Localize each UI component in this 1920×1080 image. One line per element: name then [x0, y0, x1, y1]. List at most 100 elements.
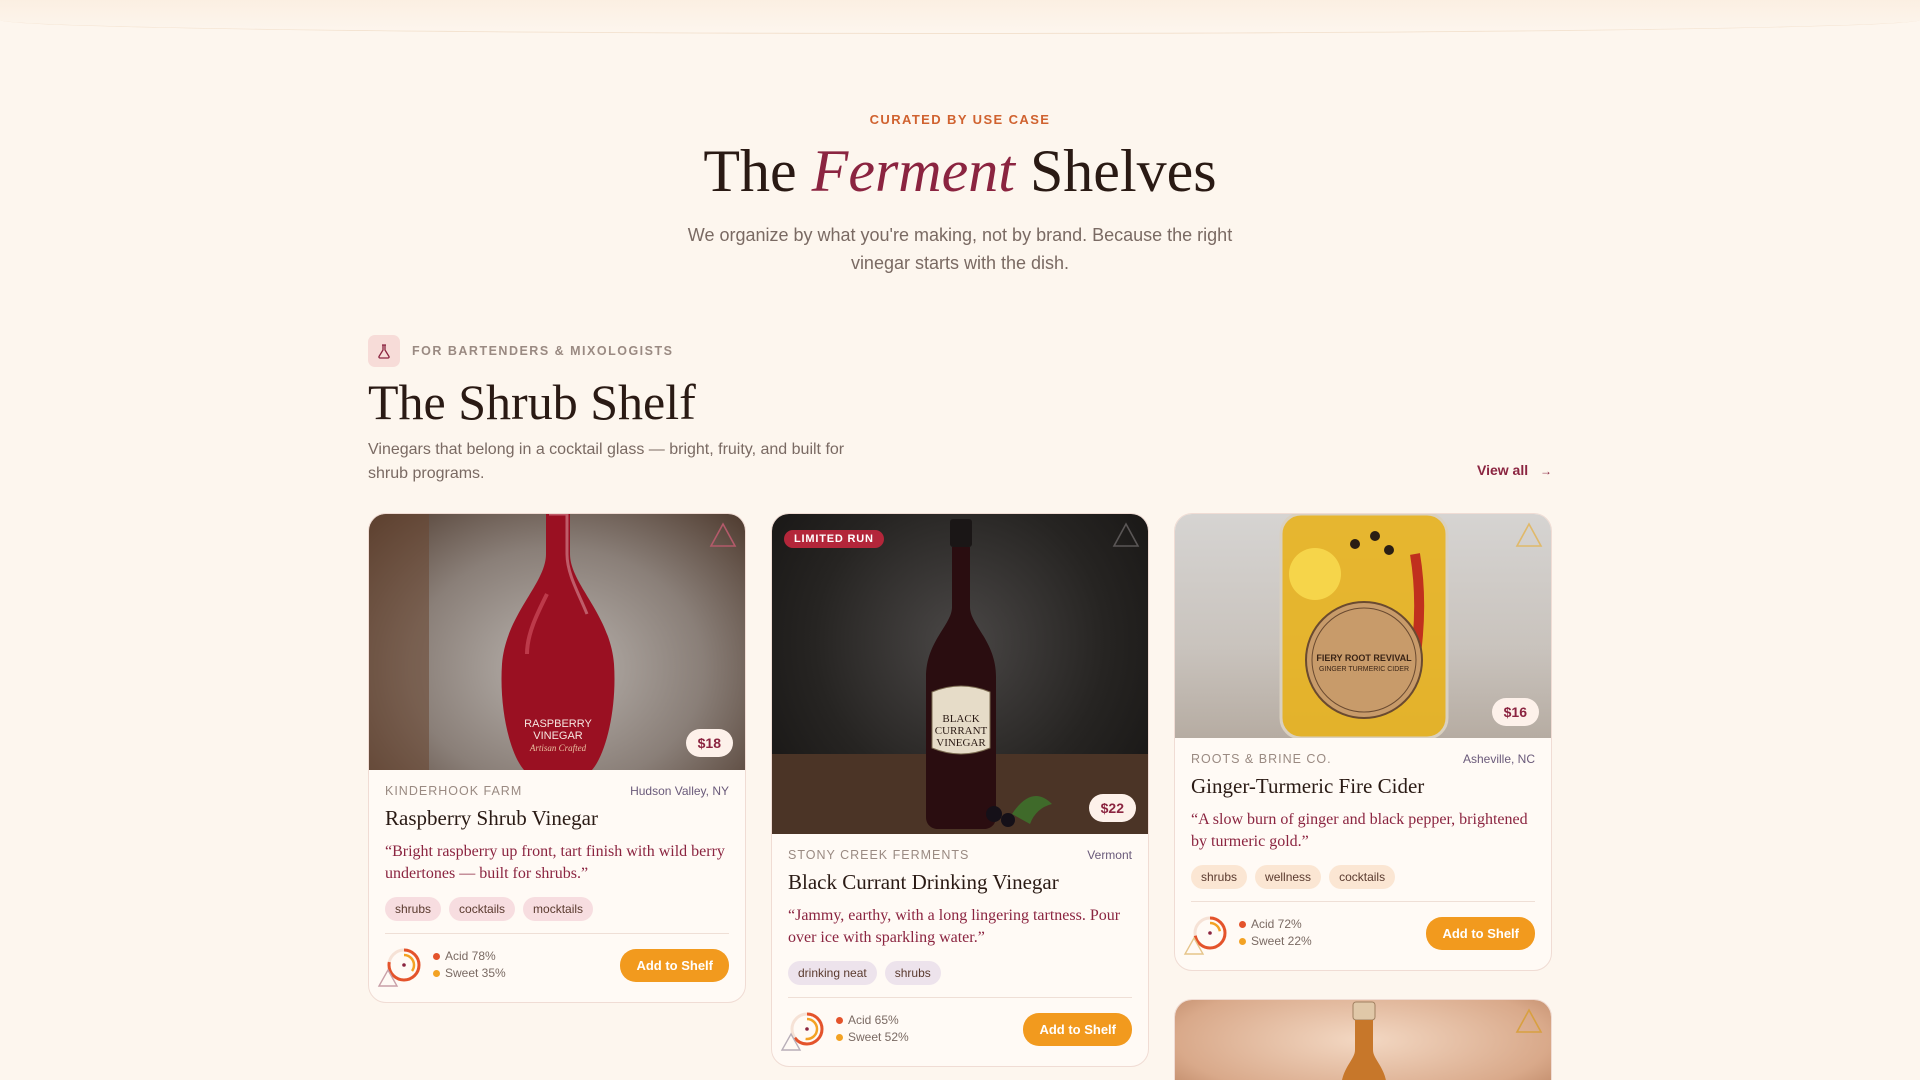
tasting-quote: “Bright raspberry up front, tart finish … — [385, 843, 725, 882]
region-label: Hudson Valley, NY — [630, 784, 729, 798]
triangle-icon — [1515, 522, 1543, 547]
bottle-label-line: VINEGAR — [936, 737, 986, 749]
product-image: BLACK CURRANT VINEGAR LIMITED RUN $22 — [772, 514, 1148, 834]
add-to-shelf-button[interactable]: Add to Shelf — [1426, 916, 1535, 950]
sweet-value: Sweet 52% — [848, 1030, 909, 1044]
tag-chip[interactable]: shrubs — [385, 897, 442, 921]
jar-label-line: GINGER TURMERIC CIDER — [1318, 666, 1410, 673]
tag-chip[interactable]: cocktails — [1329, 865, 1396, 889]
acid-legend: Acid 72% — [1239, 916, 1312, 933]
product-card[interactable]: BLACK CURRANT VINEGAR LIMITED RUN $22 ST… — [771, 513, 1149, 1067]
product-card[interactable]: FIERY ROOT REVIVAL GINGER TURMERIC CIDER… — [1174, 513, 1552, 971]
product-card[interactable]: RASPBERRY VINEGAR Artisan Crafted $18 KI… — [368, 513, 746, 1003]
triangle-icon — [1112, 522, 1140, 547]
jar-label-line: FIERY ROOT REVIVAL — [1316, 653, 1412, 663]
tag-chip[interactable]: wellness — [1255, 865, 1322, 889]
acid-legend: Acid 78% — [433, 948, 506, 965]
flavor-legend: Acid 78% Sweet 35% — [433, 948, 506, 982]
triangle-icon — [1515, 1008, 1543, 1033]
acid-value: Acid 78% — [445, 949, 496, 963]
sweet-legend: Sweet 52% — [836, 1029, 909, 1046]
sweet-legend: Sweet 22% — [1239, 933, 1312, 950]
acid-legend: Acid 65% — [836, 1012, 909, 1029]
producer-name: STONY CREEK FERMENTS — [788, 848, 970, 862]
price-tag: $16 — [1491, 698, 1539, 726]
tag-chip[interactable]: cocktails — [449, 897, 516, 921]
tag-list: shrubs wellness cocktails — [1191, 865, 1535, 889]
flavor-legend: Acid 72% Sweet 22% — [1239, 916, 1312, 950]
product-name[interactable]: Ginger-Turmeric Fire Cider — [1191, 774, 1535, 799]
hero-section: CURATED BY USE CASE The Ferment Shelves … — [0, 112, 1920, 277]
flavor-profile: Acid 72% Sweet 22% — [1183, 914, 1312, 955]
shelf-tag-row: FOR BARTENDERS & MIXOLOGISTS — [368, 335, 1552, 367]
product-name[interactable]: Raspberry Shrub Vinegar — [385, 806, 729, 831]
add-to-shelf-button[interactable]: Add to Shelf — [620, 948, 729, 982]
tasting-quote: “Jammy, earthy, with a long lingering ta… — [788, 907, 1121, 946]
divider — [1191, 901, 1535, 902]
tag-list: drinking neat shrubs — [788, 961, 1132, 985]
triangle-icon — [377, 968, 399, 987]
card-body: KINDERHOOK FARM Hudson Valley, NY Raspbe… — [369, 770, 745, 1002]
product-card[interactable] — [1174, 999, 1552, 1080]
flask-icon — [368, 335, 400, 367]
title-pre: The — [703, 138, 797, 204]
jar-label: FIERY ROOT REVIVAL GINGER TURMERIC CIDER — [1306, 652, 1422, 676]
tag-chip[interactable]: shrubs — [1191, 865, 1248, 889]
producer-name: KINDERHOOK FARM — [385, 784, 523, 798]
hero-subtitle: We organize by what you're making, not b… — [687, 225, 1233, 273]
card-footer: Acid 72% Sweet 22% Add to Shelf — [1183, 914, 1535, 955]
divider — [385, 933, 729, 934]
shelf-description: Vinegars that belong in a cocktail glass… — [368, 441, 845, 482]
region-label: Vermont — [1087, 848, 1132, 862]
black-currant-bottle-illustration — [772, 519, 1148, 834]
card-body: STONY CREEK FERMENTS Vermont Black Curra… — [772, 834, 1148, 1066]
card-meta: KINDERHOOK FARM Hudson Valley, NY — [385, 784, 729, 798]
triangle-icon — [1183, 936, 1205, 955]
title-post: Shelves — [1029, 138, 1217, 204]
view-all-link[interactable]: View all → — [1477, 462, 1552, 478]
limited-run-badge: LIMITED RUN — [784, 530, 884, 548]
tasting-quote: “A slow burn of ginger and black pepper,… — [1191, 811, 1528, 850]
amber-bottle-illustration — [1342, 1001, 1386, 1080]
top-banner-band — [0, 0, 1920, 34]
bottle-label: BLACK CURRANT VINEGAR — [772, 713, 1148, 749]
view-all-label: View all — [1477, 462, 1529, 478]
arrow-right-icon: → — [1540, 464, 1552, 478]
tag-list: shrubs cocktails mocktails — [385, 897, 729, 921]
page-title: The Ferment Shelves — [0, 141, 1920, 201]
triangle-icon — [709, 522, 737, 547]
price-tag: $18 — [685, 729, 733, 757]
price-tag: $22 — [1088, 794, 1136, 822]
tag-chip[interactable]: mocktails — [523, 897, 594, 921]
shelf-tag-label: FOR BARTENDERS & MIXOLOGISTS — [412, 344, 674, 358]
tag-chip[interactable]: shrubs — [884, 961, 941, 985]
flavor-profile: Acid 78% Sweet 35% — [377, 946, 506, 987]
shelf-title: The Shrub Shelf — [368, 374, 696, 430]
sweet-legend: Sweet 35% — [433, 965, 506, 982]
card-meta: ROOTS & BRINE CO. Asheville, NC — [1191, 752, 1535, 766]
divider — [788, 997, 1132, 998]
sweet-value: Sweet 22% — [1251, 934, 1312, 948]
card-body: ROOTS & BRINE CO. Asheville, NC Ginger-T… — [1175, 738, 1551, 970]
acid-value: Acid 65% — [848, 1013, 899, 1027]
acid-value: Acid 72% — [1251, 917, 1302, 931]
flavor-legend: Acid 65% Sweet 52% — [836, 1012, 909, 1046]
product-image: FIERY ROOT REVIVAL GINGER TURMERIC CIDER… — [1175, 514, 1551, 738]
producer-name: ROOTS & BRINE CO. — [1191, 752, 1332, 766]
region-label: Asheville, NC — [1462, 752, 1535, 766]
bottle-label-line: RASPBERRY — [524, 718, 592, 730]
shelf-header: FOR BARTENDERS & MIXOLOGISTS The Shrub S… — [368, 335, 1552, 486]
bottle-label-line: CURRANT — [934, 725, 988, 737]
product-image: RASPBERRY VINEGAR Artisan Crafted $18 — [369, 514, 745, 770]
triangle-icon — [780, 1032, 802, 1051]
card-meta: STONY CREEK FERMENTS Vermont — [788, 848, 1132, 862]
product-name[interactable]: Black Currant Drinking Vinegar — [788, 870, 1132, 895]
tag-chip[interactable]: drinking neat — [788, 961, 877, 985]
card-footer: Acid 78% Sweet 35% Add to Shelf — [377, 946, 729, 987]
flavor-profile: Acid 65% Sweet 52% — [780, 1010, 909, 1051]
add-to-shelf-button[interactable]: Add to Shelf — [1023, 1012, 1132, 1046]
bottle-label-line: BLACK — [942, 713, 980, 725]
hero-eyebrow: CURATED BY USE CASE — [869, 112, 1051, 127]
product-image — [1175, 1000, 1551, 1080]
title-emphasis: Ferment — [811, 138, 1015, 204]
